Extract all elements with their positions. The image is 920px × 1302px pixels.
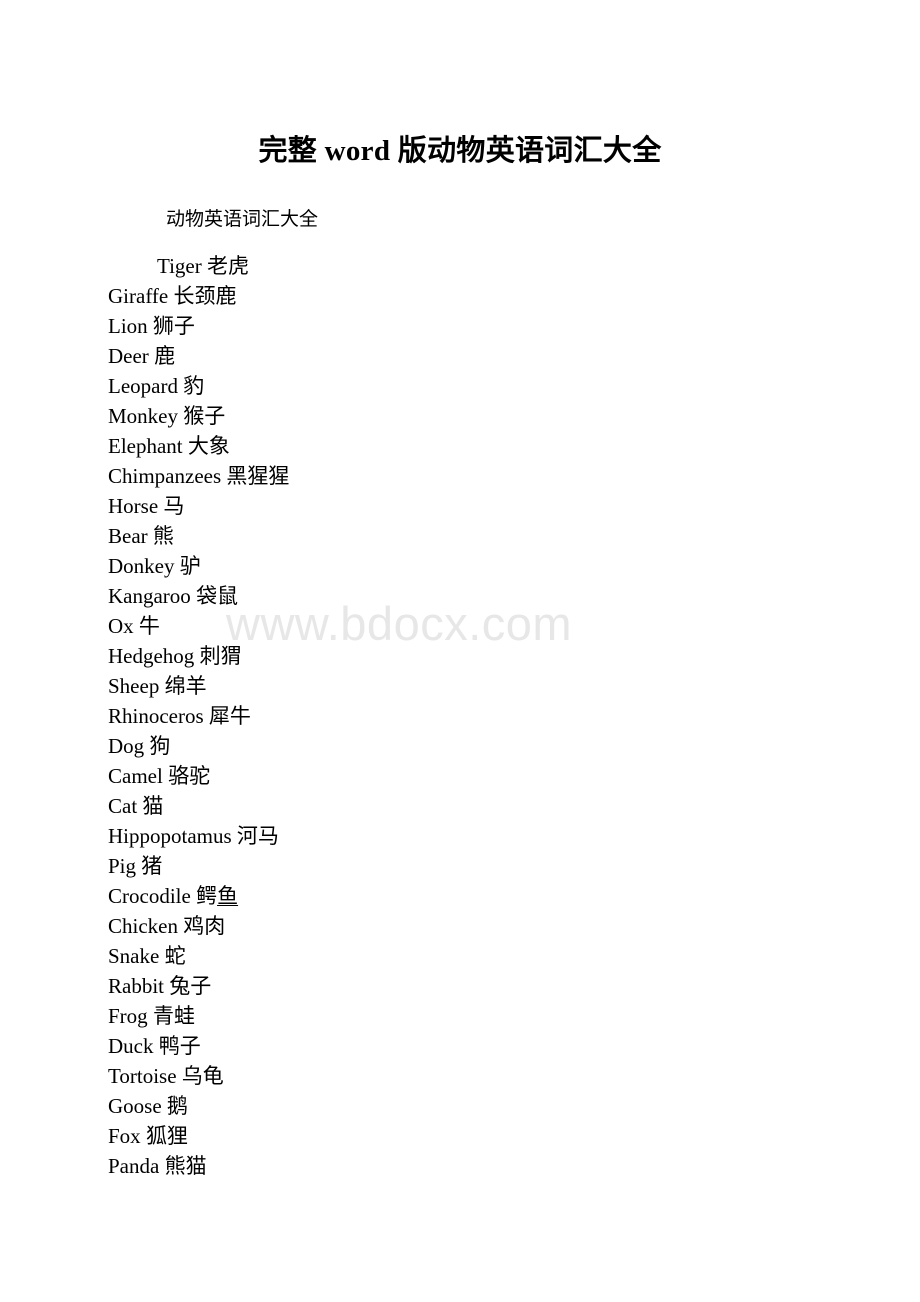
vocab-english: Cat [108,794,138,818]
vocab-chinese: 兔子 [169,974,212,998]
vocab-english: Hedgehog [108,644,195,668]
vocabulary-list: Tiger 老虎 Giraffe 长颈鹿 Lion 狮子 Deer 鹿 Leopard … [0,233,920,1181]
vocab-chinese: 长颈鹿 [173,284,237,308]
list-item: Lion 狮子 [0,311,920,341]
vocab-english: Ox [108,614,134,638]
vocab-english: Chicken [108,914,178,938]
vocab-chinese: 老虎 [207,254,249,278]
vocab-chinese: 乌龟 [181,1064,224,1088]
vocab-english: Tortoise [108,1064,177,1088]
vocab-english: Elephant [108,434,183,458]
document-body: 完整 word 版动物英语词汇大全 动物英语词汇大全 Tiger 老虎 Giraf… [0,0,920,1181]
list-item: Leopard 豹 [0,371,920,401]
vocab-chinese: 鸡肉 [183,914,226,938]
vocab-chinese: 驴 [179,554,201,578]
list-item: Camel 骆驼 [0,761,920,791]
list-item: Panda 熊猫 [0,1151,920,1181]
list-item: Fox 狐狸 [0,1121,920,1151]
vocab-chinese: 鳄 [196,884,218,908]
list-item: Rabbit 兔子 [0,971,920,1001]
vocab-chinese: 猪 [141,854,163,878]
vocab-chinese: 犀牛 [208,704,251,728]
vocab-english: Lion [108,314,148,338]
vocab-chinese: 狐狸 [145,1124,188,1148]
vocab-english: Hippopotamus [108,824,232,848]
vocab-chinese: 刺猬 [199,644,242,668]
vocab-english: Sheep [108,674,160,698]
vocab-chinese: 蛇 [164,944,186,968]
list-item: Dog 狗 [0,731,920,761]
vocab-english: Goose [108,1094,162,1118]
vocab-english: Snake [108,944,160,968]
vocab-chinese: 袋鼠 [196,584,239,608]
vocab-english: Rabbit [108,974,164,998]
vocab-chinese: 黑猩猩 [226,464,290,488]
document-subtitle: 动物英语词汇大全 [166,209,319,230]
vocab-english: Panda [108,1154,160,1178]
list-item: Hippopotamus 河马 [0,821,920,851]
vocab-english: Dog [108,734,145,758]
vocab-english: Tiger [157,254,202,278]
vocab-english: Rhinoceros [108,704,204,728]
list-item: Monkey 猴子 [0,401,920,431]
vocab-chinese: 狗 [149,734,171,758]
vocab-chinese-underlined: 鱼 [217,884,239,908]
list-item: Horse 马 [0,491,920,521]
vocab-chinese: 牛 [138,614,160,638]
list-item: Elephant 大象 [0,431,920,461]
vocab-chinese: 马 [163,494,185,518]
list-item: Giraffe 长颈鹿 [0,281,920,311]
list-item: Tiger 老虎 [0,251,920,281]
vocab-chinese: 熊猫 [164,1154,207,1178]
vocab-english: Crocodile [108,884,191,908]
page-title: 完整 word 版动物英语词汇大全 [258,135,662,167]
list-item: Chimpanzees 黑猩猩 [0,461,920,491]
list-item: Donkey 驴 [0,551,920,581]
list-item: Deer 鹿 [0,341,920,371]
vocab-english: Pig [108,854,137,878]
list-item: Kangaroo 袋鼠 [0,581,920,611]
list-item: Ox 牛 [0,611,920,641]
vocab-english: Donkey [108,554,175,578]
list-item: Chicken 鸡肉 [0,911,920,941]
vocab-chinese: 猫 [142,794,164,818]
vocab-chinese: 熊 [152,524,174,548]
vocab-chinese: 青蛙 [152,1004,195,1028]
vocab-english: Duck [108,1034,154,1058]
vocab-english: Frog [108,1004,148,1028]
vocab-chinese: 绵羊 [164,674,207,698]
list-item: Duck 鸭子 [0,1031,920,1061]
vocab-english: Giraffe [108,284,169,308]
list-item: Cat 猫 [0,791,920,821]
vocab-english: Leopard [108,374,178,398]
vocab-english: Monkey [108,404,178,428]
vocab-chinese: 大象 [187,434,230,458]
vocab-english: Camel [108,764,163,788]
vocab-english: Chimpanzees [108,464,222,488]
vocab-chinese: 骆驼 [168,764,211,788]
list-item: Tortoise 乌龟 [0,1061,920,1091]
vocab-chinese: 猴子 [183,404,226,428]
list-item: Crocodile 鳄鱼 [0,881,920,911]
list-item: Snake 蛇 [0,941,920,971]
list-item: Bear 熊 [0,521,920,551]
list-item: Frog 青蛙 [0,1001,920,1031]
vocab-chinese: 鸭子 [158,1034,201,1058]
vocab-chinese: 豹 [183,374,205,398]
list-item: Rhinoceros 犀牛 [0,701,920,731]
vocab-english: Bear [108,524,148,548]
vocab-chinese: 鹿 [154,344,176,368]
vocab-english: Fox [108,1124,141,1148]
vocab-chinese: 鹅 [166,1094,188,1118]
list-item: Sheep 绵羊 [0,671,920,701]
vocab-chinese: 河马 [236,824,279,848]
vocab-chinese: 狮子 [152,314,195,338]
list-item: Pig 猪 [0,851,920,881]
vocab-english: Horse [108,494,159,518]
vocab-english: Kangaroo [108,584,191,608]
list-item: Hedgehog 刺猬 [0,641,920,671]
vocab-english: Deer [108,344,149,368]
document-page: www.bdocx.com 完整 word 版动物英语词汇大全 动物英语词汇大全… [0,0,920,1302]
list-item: Goose 鹅 [0,1091,920,1121]
